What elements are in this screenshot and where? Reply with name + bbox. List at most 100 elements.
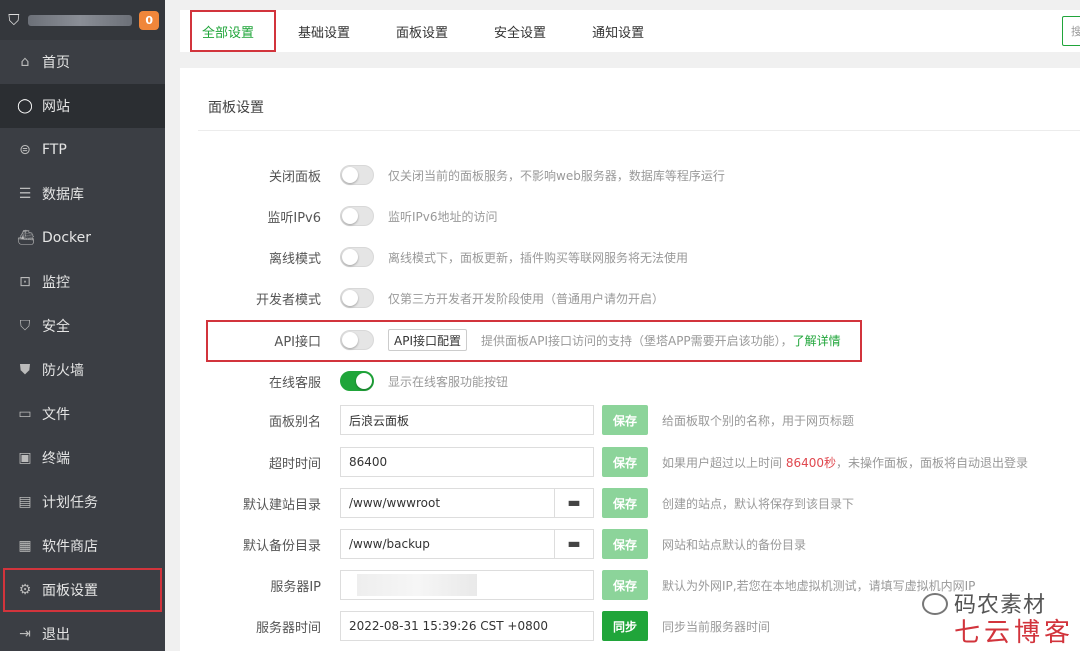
setting-label: 服务器时间 <box>255 620 321 636</box>
sidebar-item-label: 安全 <box>42 319 70 335</box>
setting-description: 提供面板API接口访问的支持（堡塔APP需要开启该功能），了解详情 <box>481 332 841 349</box>
sidebar-item-3[interactable]: ☰ 数据库 <box>0 172 165 216</box>
tab-all-settings[interactable]: 全部设置 <box>190 10 277 52</box>
api-toggle[interactable] <box>340 330 374 350</box>
setting-label: 关闭面板 <box>268 169 321 185</box>
ipv6-toggle[interactable] <box>340 206 374 226</box>
sidebar: ⛉ 0 ⌂ 首页 ◯ 网站 ⊜ FTP ☰ 数据库 ⛴ Docker ⊡ 监控 ⛉ 安全 ⛊ 防火墙 ▭ 文件 ▣ 终… <box>0 0 165 651</box>
sidebar-item-11[interactable]: ▦ 软件商店 <box>0 524 165 568</box>
folder-icon[interactable]: ▬ <box>555 488 594 518</box>
sidebar-item-10[interactable]: ▤ 计划任务 <box>0 480 165 524</box>
server-ip-input[interactable] <box>340 570 594 600</box>
timeout-input[interactable]: 86400 <box>340 447 594 477</box>
setting-row-developer-mode: 开发者模式 仅第三方开发者开发阶段使用（普通用户请勿开启） <box>180 283 1080 313</box>
setting-label: 默认建站目录 <box>242 497 321 513</box>
sidebar-item-5[interactable]: ⊡ 监控 <box>0 260 165 304</box>
tab-basic-settings[interactable]: 基础设置 <box>286 10 374 52</box>
wechat-icon <box>921 593 948 615</box>
api-config-button[interactable]: API接口配置 <box>388 329 467 351</box>
sidebar-item-0[interactable]: ⌂ 首页 <box>0 40 165 84</box>
setting-description: 创建的站点，默认将保存到该目录下 <box>662 496 855 511</box>
sidebar-item-label: 文件 <box>42 407 70 423</box>
setting-description: 同步当前服务器时间 <box>662 619 771 634</box>
sidebar-item-label: 网站 <box>42 99 70 115</box>
sidebar-item-2[interactable]: ⊜ FTP <box>0 128 165 172</box>
sidebar-menu: ⌂ 首页 ◯ 网站 ⊜ FTP ☰ 数据库 ⛴ Docker ⊡ 监控 ⛉ 安全 ⛊ 防火墙 ▭ 文件 ▣ 终端 ▤ 计划… <box>0 40 165 651</box>
terminal-icon: ▣ <box>18 450 32 466</box>
tab-security-settings[interactable]: 安全设置 <box>482 10 570 52</box>
setting-row-site-dir: 默认建站目录 /www/wwwroot ▬ 保存 创建的站点，默认将保存到该目录… <box>180 488 1080 518</box>
toggle-knob <box>342 332 358 348</box>
panel-alias-input[interactable]: 后浪云面板 <box>340 405 594 435</box>
home-icon: ⌂ <box>20 54 30 70</box>
save-alias-button[interactable]: 保存 <box>602 405 648 435</box>
toggle-knob <box>342 208 358 224</box>
sidebar-item-label: Docker <box>42 230 92 246</box>
sidebar-item-label: 计划任务 <box>42 495 98 511</box>
setting-description: 给面板取个别的名称，用于网页标题 <box>662 413 855 428</box>
online-service-toggle[interactable] <box>340 371 374 391</box>
settings-tabs: 全部设置 基础设置 面板设置 安全设置 通知设置 搜 <box>180 10 1080 52</box>
docker-icon: ⛴ <box>17 230 35 246</box>
sidebar-item-7[interactable]: ⛊ 防火墙 <box>0 348 165 392</box>
shield-logo-icon: ⛉ <box>8 11 20 29</box>
setting-description: 显示在线客服功能按钮 <box>388 374 509 389</box>
folder-icon: ▭ <box>18 406 32 422</box>
sidebar-item-label: FTP <box>42 142 67 158</box>
setting-label: API接口 <box>274 334 321 350</box>
server-time-input[interactable]: 2022-08-31 15:39:26 CST +0800 <box>340 611 594 641</box>
firewall-icon: ⛊ <box>19 362 31 378</box>
sidebar-item-9[interactable]: ▣ 终端 <box>0 436 165 480</box>
sidebar-item-13[interactable]: ⇥ 退出 <box>0 612 165 651</box>
logout-icon: ⇥ <box>19 626 31 642</box>
app-store-icon: ▦ <box>18 538 32 554</box>
save-timeout-button[interactable]: 保存 <box>602 447 648 477</box>
blurred-ip <box>357 574 477 596</box>
toggle-knob <box>342 290 358 306</box>
tab-notification-settings[interactable]: 通知设置 <box>580 10 668 52</box>
setting-row-close-panel: 关闭面板 仅关闭当前的面板服务，不影响web服务器，数据库等程序运行 <box>180 160 1080 190</box>
folder-icon[interactable]: ▬ <box>555 529 594 559</box>
save-backup-dir-button[interactable]: 保存 <box>602 529 648 559</box>
setting-row-offline-mode: 离线模式 离线模式下，面板更新，插件购买等联网服务将无法使用 <box>180 242 1080 272</box>
gear-icon: ⚙ <box>18 582 32 598</box>
sidebar-item-8[interactable]: ▭ 文件 <box>0 392 165 436</box>
save-server-ip-button[interactable]: 保存 <box>602 570 648 600</box>
close-panel-toggle[interactable] <box>340 165 374 185</box>
toggle-knob <box>356 373 372 389</box>
setting-description: 仅第三方开发者开发阶段使用（普通用户请勿开启） <box>388 291 665 306</box>
notification-badge[interactable]: 0 <box>139 10 159 30</box>
developer-mode-toggle[interactable] <box>340 288 374 308</box>
sync-time-button[interactable]: 同步 <box>602 611 648 641</box>
sidebar-item-label: 首页 <box>42 55 70 71</box>
save-site-dir-button[interactable]: 保存 <box>602 488 648 518</box>
sidebar-item-6[interactable]: ⛉ 安全 <box>0 304 165 348</box>
offline-mode-toggle[interactable] <box>340 247 374 267</box>
sidebar-item-label: 防火墙 <box>42 363 84 379</box>
sidebar-item-1[interactable]: ◯ 网站 <box>0 84 165 128</box>
backup-dir-input[interactable]: /www/backup <box>340 529 555 559</box>
sidebar-item-label: 终端 <box>42 451 70 467</box>
timeout-seconds: 86400秒 <box>785 455 837 470</box>
globe-icon: ◯ <box>17 98 33 114</box>
server-name-blurred <box>27 14 133 26</box>
sidebar-item-label: 退出 <box>42 627 70 643</box>
setting-label: 监听IPv6 <box>267 210 321 226</box>
setting-description: 监听IPv6地址的访问 <box>388 209 498 224</box>
setting-description: 仅关闭当前的面板服务，不影响web服务器，数据库等程序运行 <box>388 168 725 183</box>
tab-panel-settings[interactable]: 面板设置 <box>384 10 472 52</box>
settings-search-input[interactable]: 搜 <box>1062 16 1080 46</box>
sidebar-item-4[interactable]: ⛴ Docker <box>0 216 165 260</box>
setting-description: 网站和站点默认的备份目录 <box>662 537 807 552</box>
setting-description: 离线模式下，面板更新，插件购买等联网服务将无法使用 <box>388 250 689 265</box>
setting-row-ipv6: 监听IPv6 监听IPv6地址的访问 <box>180 201 1080 231</box>
setting-row-backup-dir: 默认备份目录 /www/backup ▬ 保存 网站和站点默认的备份目录 <box>180 529 1080 559</box>
sidebar-item-label: 数据库 <box>42 187 84 203</box>
sidebar-item-label: 监控 <box>42 275 70 291</box>
calendar-icon: ▤ <box>18 494 32 510</box>
sidebar-item-12[interactable]: ⚙ 面板设置 <box>3 568 162 612</box>
site-dir-input[interactable]: /www/wwwroot <box>340 488 555 518</box>
learn-more-link[interactable]: 了解详情 <box>793 334 841 348</box>
toggle-knob <box>342 167 358 183</box>
timeout-desc-b: ，未操作面板，面板将自动退出登录 <box>836 455 1029 470</box>
